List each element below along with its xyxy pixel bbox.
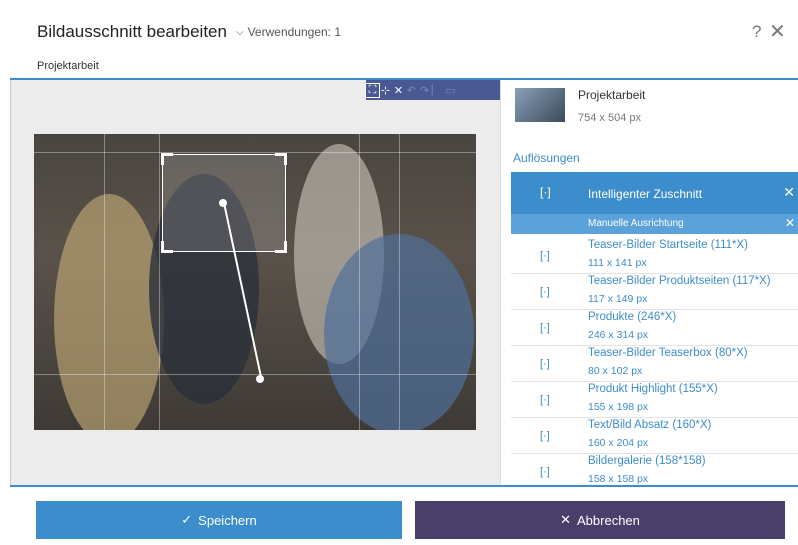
resolution-item[interactable]: [·] Teaser-Bilder Startseite (111*X) 111… (511, 238, 798, 274)
resolution-name: Produkt Highlight (155*X) (588, 383, 718, 395)
redo-icon[interactable]: ↷ (418, 84, 431, 97)
resolutions-panel: Projektarbeit 754 x 504 px Auflösungen [… (500, 80, 798, 485)
resolution-dims: 246 x 314 px (588, 329, 649, 341)
tab-projektarbeit[interactable]: Projektarbeit (37, 60, 99, 72)
resolution-dims: 111 x 141 px (588, 257, 647, 269)
crop-toolbar: ⛶ ⊹ ✕ ↶ ↷ ⎸ ▭ (365, 80, 500, 100)
resolution-item[interactable]: [·] Produkt Highlight (155*X) 155 x 198 … (511, 382, 798, 418)
usages-label: Verwendungen: 1 (247, 25, 342, 39)
dialog-title: Bildausschnitt bearbeiten (37, 22, 227, 41)
person-shape (54, 194, 164, 430)
resolution-item[interactable]: [·] Bildergalerie (158*158) 158 x 158 px (511, 454, 798, 485)
close-icon: ✕ (560, 512, 571, 527)
resolution-dims: 158 x 158 px (588, 473, 649, 485)
checkmark-icon: ✓ (181, 512, 193, 527)
crop-dialog: Bildausschnitt bearbeiten ⌵ Verwendungen… (10, 0, 798, 545)
resolution-item[interactable]: [·] Teaser-Bilder Produktseiten (117*X) … (511, 274, 798, 310)
help-icon[interactable]: ? (752, 22, 761, 42)
reset-icon[interactable]: ✕ (392, 84, 405, 97)
manual-alignment-item[interactable]: Manuelle Ausrichtung ✕ (511, 214, 798, 234)
resolution-name: Produkte (246*X) (588, 311, 677, 323)
grid-line (34, 374, 476, 375)
smart-crop-icon[interactable]: ⛶ (365, 82, 380, 98)
smart-crop-label: Intelligenter Zuschnitt (588, 187, 703, 201)
dialog-header: Bildausschnitt bearbeiten ⌵ Verwendungen… (10, 0, 798, 60)
crop-target-icon: [·] (540, 430, 550, 442)
dialog-footer: ✓ Speichern ✕ Abbrechen (10, 485, 798, 545)
chevron-down-icon: ⌵ (236, 26, 244, 38)
close-icon[interactable]: ✕ (769, 19, 786, 44)
resolution-name: Teaser-Bilder Teaserbox (80*X) (588, 347, 748, 359)
crop-target-icon: [·] (540, 466, 550, 478)
undo-icon[interactable]: ↶ (405, 84, 418, 97)
resolution-name: Bildergalerie (158*158) (588, 455, 706, 467)
manual-alignment-label: Manuelle Ausrichtung (588, 218, 684, 229)
image-name: Projektarbeit (578, 88, 646, 102)
cancel-button[interactable]: ✕ Abbrechen (415, 501, 785, 539)
focus-point[interactable] (219, 199, 227, 207)
corner-handle[interactable] (161, 241, 173, 253)
resolution-dims: 117 x 149 px (588, 293, 648, 305)
resolution-item[interactable]: [·] Produkte (246*X) 246 x 314 px (511, 310, 798, 346)
resolution-name: Text/Bild Absatz (160*X) (588, 419, 712, 431)
crop-target-icon: [·] (540, 250, 550, 262)
corner-handle[interactable] (275, 153, 287, 165)
grid-line (104, 134, 105, 430)
corner-handle[interactable] (161, 153, 173, 165)
resolution-dims: 155 x 198 px (588, 401, 649, 413)
resolution-dims: 160 x 204 px (588, 437, 649, 449)
image-thumbnail (515, 88, 565, 122)
crop-target-icon: [·] (540, 322, 550, 334)
close-icon[interactable]: ✕ (783, 184, 795, 201)
frame-icon[interactable]: ▭ (444, 84, 457, 97)
split-icon[interactable]: ⎸ (431, 84, 444, 97)
smart-crop-item[interactable]: [·] Intelligenter Zuschnitt ✕ (511, 172, 798, 214)
crop-target-icon: [·] (540, 286, 550, 298)
resolution-item[interactable]: [·] Teaser-Bilder Teaserbox (80*X) 80 x … (511, 346, 798, 382)
grid-line (359, 134, 360, 430)
corner-handle[interactable] (275, 241, 287, 253)
grid-line (159, 134, 160, 430)
image-size: 754 x 504 px (578, 112, 641, 124)
save-label: Speichern (198, 512, 257, 528)
cancel-label: Abbrechen (577, 512, 640, 528)
crop-target-icon: [·] (540, 394, 550, 406)
grid-line (34, 152, 476, 153)
smart-crop-icon: [·] (540, 185, 551, 199)
close-icon[interactable]: ✕ (785, 216, 795, 230)
tab-bar: Projektarbeit (10, 56, 798, 80)
resolution-name: Teaser-Bilder Startseite (111*X) (588, 239, 749, 251)
save-button[interactable]: ✓ Speichern (36, 501, 402, 539)
grid-line (399, 134, 400, 430)
usages-toggle[interactable]: ⌵ Verwendungen: 1 (236, 25, 341, 39)
resolution-item[interactable]: [·] Text/Bild Absatz (160*X) 160 x 204 p… (511, 418, 798, 454)
resolution-dims: 80 x 102 px (588, 365, 643, 377)
resolution-name: Teaser-Bilder Produktseiten (117*X) (588, 275, 771, 287)
crop-icon[interactable]: ⊹ (379, 84, 392, 97)
resolutions-heading: Auflösungen (513, 151, 580, 165)
crop-target-icon: [·] (540, 358, 550, 370)
focus-target[interactable] (256, 375, 264, 383)
